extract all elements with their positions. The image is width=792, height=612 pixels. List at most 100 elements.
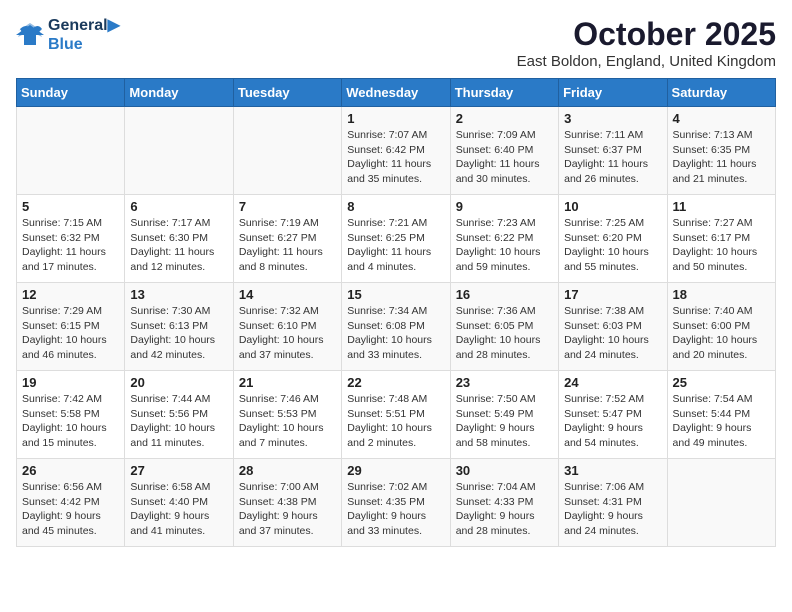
day-number: 7 <box>239 199 336 214</box>
logo-text: General▶ Blue <box>48 16 120 54</box>
cell-info: Sunrise: 7:15 AMSunset: 6:32 PMDaylight:… <box>22 216 119 275</box>
calendar-cell: 25 Sunrise: 7:54 AMSunset: 5:44 PMDayligh… <box>667 371 775 459</box>
day-number: 30 <box>456 463 553 478</box>
day-number: 10 <box>564 199 661 214</box>
calendar-cell: 30 Sunrise: 7:04 AMSunset: 4:33 PMDayligh… <box>450 459 558 547</box>
cell-info: Sunrise: 6:58 AMSunset: 4:40 PMDaylight:… <box>130 480 227 539</box>
calendar-cell <box>17 107 125 195</box>
calendar-cell: 7 Sunrise: 7:19 AMSunset: 6:27 PMDaylight… <box>233 195 341 283</box>
day-number: 27 <box>130 463 227 478</box>
calendar-cell: 2 Sunrise: 7:09 AMSunset: 6:40 PMDaylight… <box>450 107 558 195</box>
day-number: 25 <box>673 375 770 390</box>
day-number: 16 <box>456 287 553 302</box>
header-cell-saturday: Saturday <box>667 79 775 107</box>
cell-info: Sunrise: 7:04 AMSunset: 4:33 PMDaylight:… <box>456 480 553 539</box>
calendar-cell: 8 Sunrise: 7:21 AMSunset: 6:25 PMDaylight… <box>342 195 450 283</box>
day-number: 21 <box>239 375 336 390</box>
header-cell-monday: Monday <box>125 79 233 107</box>
cell-info: Sunrise: 7:09 AMSunset: 6:40 PMDaylight:… <box>456 128 553 187</box>
month-title: October 2025 <box>517 16 776 53</box>
calendar-cell: 10 Sunrise: 7:25 AMSunset: 6:20 PMDayligh… <box>559 195 667 283</box>
header-cell-thursday: Thursday <box>450 79 558 107</box>
cell-info: Sunrise: 7:36 AMSunset: 6:05 PMDaylight:… <box>456 304 553 363</box>
cell-info: Sunrise: 7:42 AMSunset: 5:58 PMDaylight:… <box>22 392 119 451</box>
calendar-cell: 12Sunrise: 7:29 AMSunset: 6:15 PMDayligh… <box>17 283 125 371</box>
calendar-cell: 22 Sunrise: 7:48 AMSunset: 5:51 PMDayligh… <box>342 371 450 459</box>
calendar-cell: 9 Sunrise: 7:23 AMSunset: 6:22 PMDaylight… <box>450 195 558 283</box>
week-row-3: 12Sunrise: 7:29 AMSunset: 6:15 PMDayligh… <box>17 283 776 371</box>
calendar-cell: 3 Sunrise: 7:11 AMSunset: 6:37 PMDaylight… <box>559 107 667 195</box>
day-number: 20 <box>130 375 227 390</box>
cell-info: Sunrise: 7:27 AMSunset: 6:17 PMDaylight:… <box>673 216 770 275</box>
cell-info: Sunrise: 7:34 AMSunset: 6:08 PMDaylight:… <box>347 304 444 363</box>
week-row-2: 5 Sunrise: 7:15 AMSunset: 6:32 PMDaylight… <box>17 195 776 283</box>
day-number: 2 <box>456 111 553 126</box>
cell-info: Sunrise: 7:00 AMSunset: 4:38 PMDaylight:… <box>239 480 336 539</box>
calendar-cell: 16 Sunrise: 7:36 AMSunset: 6:05 PMDayligh… <box>450 283 558 371</box>
calendar-cell: 26Sunrise: 6:56 AMSunset: 4:42 PMDayligh… <box>17 459 125 547</box>
cell-info: Sunrise: 7:54 AMSunset: 5:44 PMDaylight:… <box>673 392 770 451</box>
cell-info: Sunrise: 7:17 AMSunset: 6:30 PMDaylight:… <box>130 216 227 275</box>
cell-info: Sunrise: 7:25 AMSunset: 6:20 PMDaylight:… <box>564 216 661 275</box>
day-number: 31 <box>564 463 661 478</box>
calendar-cell <box>667 459 775 547</box>
day-number: 4 <box>673 111 770 126</box>
logo-icon <box>16 21 44 49</box>
cell-info: Sunrise: 7:48 AMSunset: 5:51 PMDaylight:… <box>347 392 444 451</box>
header-cell-tuesday: Tuesday <box>233 79 341 107</box>
day-number: 6 <box>130 199 227 214</box>
day-number: 8 <box>347 199 444 214</box>
cell-info: Sunrise: 7:38 AMSunset: 6:03 PMDaylight:… <box>564 304 661 363</box>
cell-info: Sunrise: 7:07 AMSunset: 6:42 PMDaylight:… <box>347 128 444 187</box>
day-number: 19 <box>22 375 119 390</box>
calendar-cell: 17Sunrise: 7:38 AMSunset: 6:03 PMDayligh… <box>559 283 667 371</box>
cell-info: Sunrise: 7:32 AMSunset: 6:10 PMDaylight:… <box>239 304 336 363</box>
cell-info: Sunrise: 7:30 AMSunset: 6:13 PMDaylight:… <box>130 304 227 363</box>
calendar-cell <box>233 107 341 195</box>
cell-info: Sunrise: 7:46 AMSunset: 5:53 PMDaylight:… <box>239 392 336 451</box>
day-number: 22 <box>347 375 444 390</box>
cell-info: Sunrise: 7:23 AMSunset: 6:22 PMDaylight:… <box>456 216 553 275</box>
week-row-4: 19 Sunrise: 7:42 AMSunset: 5:58 PMDayligh… <box>17 371 776 459</box>
cell-info: Sunrise: 7:44 AMSunset: 5:56 PMDaylight:… <box>130 392 227 451</box>
day-number: 24 <box>564 375 661 390</box>
calendar-cell: 5 Sunrise: 7:15 AMSunset: 6:32 PMDaylight… <box>17 195 125 283</box>
calendar-cell <box>125 107 233 195</box>
calendar-cell: 11Sunrise: 7:27 AMSunset: 6:17 PMDayligh… <box>667 195 775 283</box>
location-title: East Boldon, England, United Kingdom <box>517 53 776 70</box>
calendar-cell: 18 Sunrise: 7:40 AMSunset: 6:00 PMDayligh… <box>667 283 775 371</box>
day-number: 15 <box>347 287 444 302</box>
header-row: SundayMondayTuesdayWednesdayThursdayFrid… <box>17 79 776 107</box>
cell-info: Sunrise: 7:11 AMSunset: 6:37 PMDaylight:… <box>564 128 661 187</box>
day-number: 3 <box>564 111 661 126</box>
day-number: 13 <box>130 287 227 302</box>
cell-info: Sunrise: 7:40 AMSunset: 6:00 PMDaylight:… <box>673 304 770 363</box>
cell-info: Sunrise: 7:19 AMSunset: 6:27 PMDaylight:… <box>239 216 336 275</box>
cell-info: Sunrise: 7:06 AMSunset: 4:31 PMDaylight:… <box>564 480 661 539</box>
logo: General▶ Blue <box>16 16 120 54</box>
day-number: 29 <box>347 463 444 478</box>
day-number: 1 <box>347 111 444 126</box>
header-cell-wednesday: Wednesday <box>342 79 450 107</box>
calendar-cell: 15 Sunrise: 7:34 AMSunset: 6:08 PMDayligh… <box>342 283 450 371</box>
day-number: 18 <box>673 287 770 302</box>
cell-info: Sunrise: 7:52 AMSunset: 5:47 PMDaylight:… <box>564 392 661 451</box>
title-area: October 2025 East Boldon, England, Unite… <box>517 16 776 70</box>
cell-info: Sunrise: 7:21 AMSunset: 6:25 PMDaylight:… <box>347 216 444 275</box>
day-number: 12 <box>22 287 119 302</box>
calendar-cell: 29 Sunrise: 7:02 AMSunset: 4:35 PMDayligh… <box>342 459 450 547</box>
day-number: 5 <box>22 199 119 214</box>
calendar-cell: 27 Sunrise: 6:58 AMSunset: 4:40 PMDayligh… <box>125 459 233 547</box>
day-number: 23 <box>456 375 553 390</box>
cell-info: Sunrise: 6:56 AMSunset: 4:42 PMDaylight:… <box>22 480 119 539</box>
calendar-cell: 21 Sunrise: 7:46 AMSunset: 5:53 PMDayligh… <box>233 371 341 459</box>
cell-info: Sunrise: 7:02 AMSunset: 4:35 PMDaylight:… <box>347 480 444 539</box>
calendar-cell: 20 Sunrise: 7:44 AMSunset: 5:56 PMDayligh… <box>125 371 233 459</box>
calendar-cell: 19 Sunrise: 7:42 AMSunset: 5:58 PMDayligh… <box>17 371 125 459</box>
calendar-table: SundayMondayTuesdayWednesdayThursdayFrid… <box>16 78 776 547</box>
calendar-cell: 1 Sunrise: 7:07 AMSunset: 6:42 PMDaylight… <box>342 107 450 195</box>
calendar-cell: 4Sunrise: 7:13 AMSunset: 6:35 PMDaylight… <box>667 107 775 195</box>
day-number: 9 <box>456 199 553 214</box>
calendar-cell: 14Sunrise: 7:32 AMSunset: 6:10 PMDayligh… <box>233 283 341 371</box>
week-row-5: 26Sunrise: 6:56 AMSunset: 4:42 PMDayligh… <box>17 459 776 547</box>
